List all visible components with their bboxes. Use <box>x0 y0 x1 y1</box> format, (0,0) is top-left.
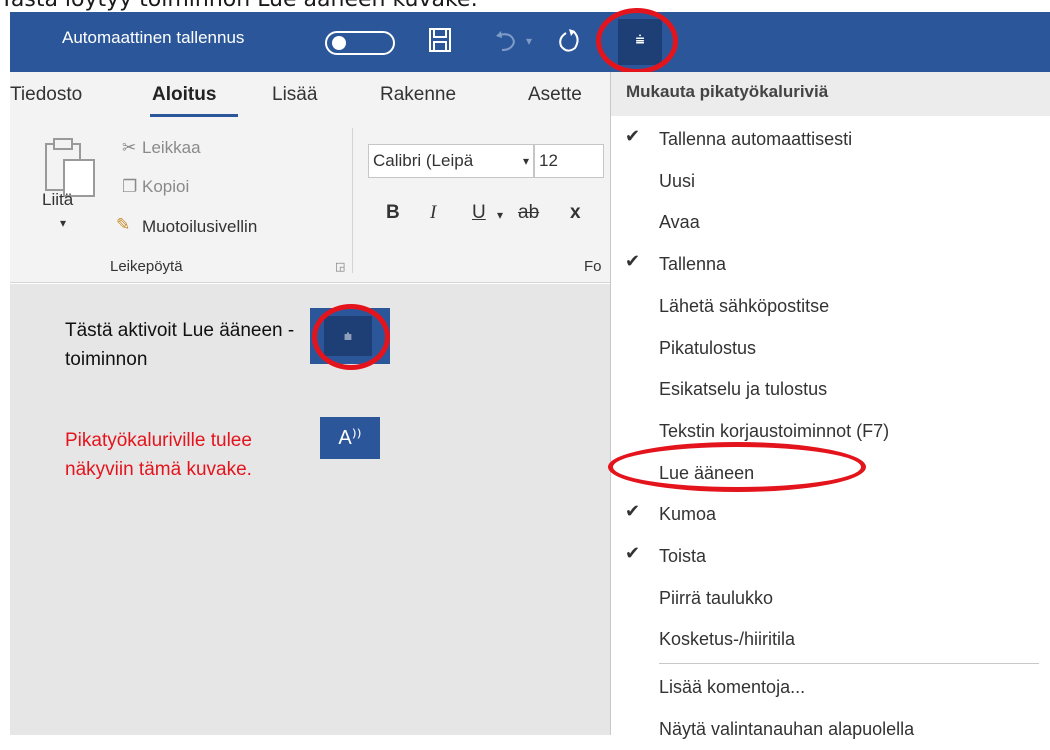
redo-icon[interactable] <box>555 26 583 59</box>
customize-qat-example: ⩧ <box>310 308 390 364</box>
menu-item-label: Kumoa <box>659 504 717 525</box>
underline-button[interactable]: U <box>472 202 486 224</box>
toggle-knob <box>332 36 346 50</box>
menu-item[interactable]: Tekstin korjaustoiminnot (F7) <box>611 412 1050 452</box>
menu-item[interactable]: Uusi <box>611 162 1050 202</box>
result-text: Pikatyökaluriville tulee näkyviin tämä k… <box>65 430 252 480</box>
menu-item-label: Lue ääneen <box>659 462 755 483</box>
format-painter-icon[interactable]: ✎ <box>116 215 130 235</box>
ribbon-tabs: Tiedosto Aloitus Lisää Rakenne Asette <box>10 72 610 120</box>
menu-item-label: Lisää komentoja... <box>659 677 806 698</box>
read-aloud-icon: A⁾⁾ <box>320 417 380 459</box>
menu-item[interactable]: Esikatselu ja tulostus <box>611 370 1050 410</box>
subscript-button[interactable]: x <box>570 202 581 224</box>
undo-icon[interactable] <box>492 26 520 59</box>
instruction-text: Tästä aktivoit Lue ääneen -toiminnon <box>65 320 295 370</box>
menu-item[interactable]: Avaa <box>611 203 1050 243</box>
menu-item[interactable]: Näytä valintanauhan alapuolella <box>611 710 1050 750</box>
save-icon[interactable] <box>428 26 452 59</box>
customize-qat-button[interactable]: ⩧ <box>618 19 662 65</box>
document-area: Tästä aktivoit Lue ääneen -toiminnon ⩧ P… <box>10 284 610 735</box>
cut-label[interactable]: Leikkaa <box>142 138 201 158</box>
menu-item[interactable]: Kosketus-/hiiritila <box>611 620 1050 660</box>
tab-aloitus[interactable]: Aloitus <box>152 84 216 106</box>
tab-rakenne[interactable]: Rakenne <box>380 84 456 106</box>
bold-button[interactable]: B <box>386 202 400 224</box>
menu-item[interactable]: Lähetä sähköpostitse <box>611 287 1050 327</box>
copy-icon[interactable]: ❐ <box>122 177 137 197</box>
menu-item-label: Tekstin korjaustoiminnot (F7) <box>659 420 890 441</box>
menu-item[interactable]: Piirrä taulukko <box>611 579 1050 619</box>
tab-asettelu[interactable]: Asette <box>528 84 582 106</box>
top-caption: Tästä löytyy toiminnon Lue ääneen kuvake… <box>0 0 620 12</box>
strikethrough-button[interactable]: ab <box>518 202 539 224</box>
font-name-value: Calibri (Leipä <box>373 151 474 170</box>
font-name-dropdown-icon[interactable]: ▾ <box>523 145 529 177</box>
active-tab-indicator <box>150 114 238 117</box>
menu-item-label: Näytä valintanauhan alapuolella <box>659 718 915 739</box>
menu-separator <box>659 663 1039 665</box>
menu-item-label: Avaa <box>659 212 700 233</box>
underline-dropdown-icon[interactable]: ▾ <box>497 208 503 222</box>
menu-item[interactable]: Lue ääneen <box>611 454 1050 494</box>
autosave-toggle[interactable] <box>325 31 395 55</box>
check-icon: ✔ <box>625 543 641 563</box>
check-icon: ✔ <box>625 501 641 522</box>
menu-item-label: Kosketus-/hiiritila <box>659 629 796 650</box>
font-size-value: 12 <box>539 151 558 170</box>
title-bar: Automaattinen tallennus ▾ ⩧ <box>10 12 1050 72</box>
italic-button[interactable]: I <box>430 202 436 224</box>
menu-item-label: Tallenna automaattisesti <box>659 129 853 149</box>
menu-item-label: Toista <box>659 546 707 566</box>
group-divider <box>352 128 353 273</box>
menu-item-label: Piirrä taulukko <box>659 587 774 608</box>
menu-item[interactable]: Pikatulostus <box>611 329 1050 369</box>
menu-item-label: Uusi <box>659 170 696 191</box>
clipboard-group-label: Leikepöytä <box>110 258 183 275</box>
tab-lisaa[interactable]: Lisää <box>272 84 317 106</box>
format-painter-label[interactable]: Muotoilusivellin <box>142 217 257 237</box>
menu-item[interactable]: ✔ Kumoa <box>611 495 1050 535</box>
ribbon-body: Liitä ▾ ✂ Leikkaa ❐ Kopioi ✎ Muotoilusiv… <box>10 120 610 283</box>
font-group-label: Fo <box>584 258 602 275</box>
menu-item[interactable]: Lisää komentoja... <box>611 668 1050 708</box>
menu-item[interactable]: ✔ Tallenna automaattisesti <box>611 120 1050 160</box>
paste-label[interactable]: Liitä <box>42 190 73 210</box>
menu-header: Mukauta pikatyökaluriviä <box>611 72 1050 116</box>
font-name-box[interactable]: Calibri (Leipä ▾ <box>368 144 534 178</box>
check-icon: ✔ <box>625 251 641 272</box>
tab-tiedosto[interactable]: Tiedosto <box>10 84 82 106</box>
menu-item-label: Lähetä sähköpostitse <box>659 295 830 316</box>
customize-qat-menu: Mukauta pikatyökaluriviä ✔ Tallenna autom… <box>610 72 1050 739</box>
menu-item[interactable]: ✔ Toista <box>611 537 1050 577</box>
font-size-box[interactable]: 12 <box>534 144 604 178</box>
customize-qat-example-icon: ⩧ <box>324 316 372 356</box>
menu-item-label: Tallenna <box>659 254 727 275</box>
autosave-label: Automaattinen tallennus <box>62 28 245 47</box>
undo-dropdown-icon[interactable]: ▾ <box>526 34 532 48</box>
check-icon: ✔ <box>625 126 641 146</box>
paste-dropdown-icon[interactable]: ▾ <box>60 216 66 230</box>
cut-icon[interactable]: ✂ <box>122 138 136 158</box>
menu-item-label: Pikatulostus <box>659 337 757 358</box>
dialog-launcher-icon[interactable]: ◲ <box>335 260 345 273</box>
copy-label[interactable]: Kopioi <box>142 177 189 197</box>
menu-item[interactable]: ✔ Tallenna <box>611 245 1050 285</box>
menu-item-label: Esikatselu ja tulostus <box>659 379 828 400</box>
